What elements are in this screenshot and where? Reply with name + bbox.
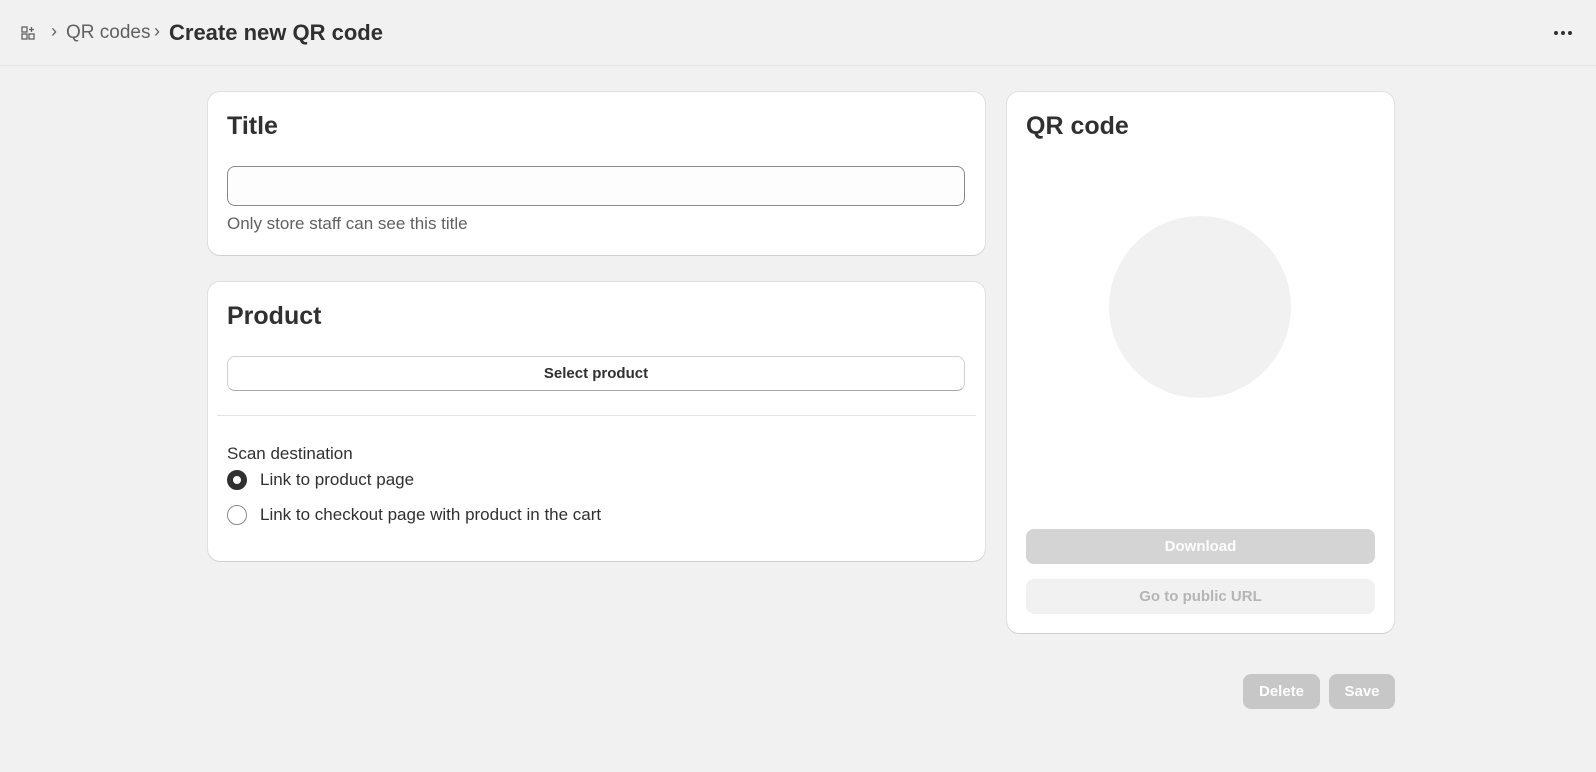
title-help-text: Only store staff can see this title bbox=[227, 214, 468, 233]
scan-destination-label: Scan destination bbox=[227, 444, 353, 463]
save-button[interactable]: Save bbox=[1329, 674, 1395, 709]
radio-button[interactable] bbox=[227, 505, 247, 525]
qr-code-placeholder bbox=[1109, 216, 1291, 398]
radio-option-checkout-page[interactable]: Link to checkout page with product in th… bbox=[227, 505, 601, 525]
breadcrumb-separator: › bbox=[154, 21, 160, 41]
page-title: Create new QR code bbox=[169, 20, 383, 45]
product-card-heading: Product bbox=[227, 302, 322, 330]
radio-option-product-page[interactable]: Link to product page bbox=[227, 470, 414, 490]
breadcrumb-qr-codes-link[interactable]: QR codes bbox=[66, 22, 150, 44]
qr-code-card: QR code Download Go to public URL bbox=[1007, 92, 1394, 633]
download-button[interactable]: Download bbox=[1026, 529, 1375, 564]
radio-button-checked[interactable] bbox=[227, 470, 247, 490]
qr-card-heading: QR code bbox=[1026, 112, 1129, 140]
breadcrumb-separator: › bbox=[51, 21, 57, 41]
title-input[interactable] bbox=[227, 166, 965, 206]
radio-label: Link to checkout page with product in th… bbox=[260, 505, 602, 524]
title-card-heading: Title bbox=[227, 112, 278, 140]
divider bbox=[217, 415, 976, 416]
go-to-public-url-button[interactable]: Go to public URL bbox=[1026, 579, 1375, 614]
more-horizontal-icon[interactable] bbox=[1550, 22, 1576, 44]
radio-label: Link to product page bbox=[260, 470, 415, 489]
select-product-button[interactable]: Select product bbox=[227, 356, 965, 391]
product-card: Product Select product Scan destination … bbox=[208, 282, 985, 561]
top-bar: › QR codes › Create new QR code bbox=[0, 0, 1596, 66]
title-card: Title Only store staff can see this titl… bbox=[208, 92, 985, 255]
delete-button[interactable]: Delete bbox=[1243, 674, 1320, 709]
apps-icon[interactable] bbox=[17, 22, 39, 44]
